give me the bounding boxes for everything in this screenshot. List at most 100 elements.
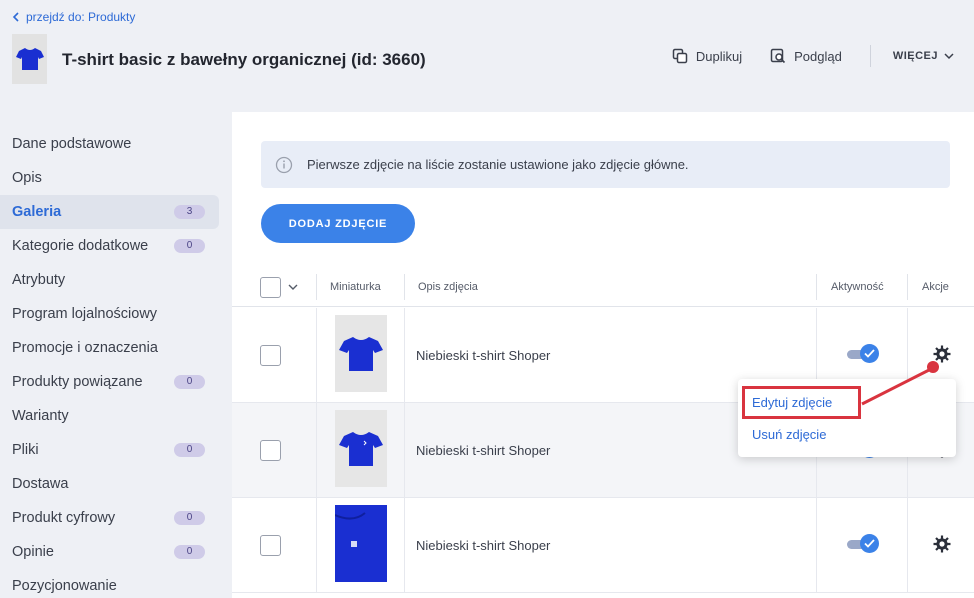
sidebar-item-label: Pozycjonowanie [12,578,117,594]
more-label: WIĘCEJ [892,50,938,62]
table-row: Niebieski t-shirt Shoper [232,498,974,593]
info-banner: Pierwsze zdjęcie na liście zostanie usta… [261,141,950,188]
photo-description: Niebieski t-shirt Shoper [416,443,551,458]
active-toggle[interactable] [847,534,879,554]
count-badge: 0 [174,375,205,389]
column-divider [816,274,817,300]
column-divider [316,274,317,300]
column-divider [316,403,317,498]
select-all-control[interactable] [260,267,298,307]
sidebar-item-label: Atrybuty [12,272,66,288]
sidebar-item-opis[interactable]: Opis [0,161,219,195]
column-divider [907,498,908,593]
checkmark-icon [864,349,875,358]
duplicate-button[interactable]: Duplikuj [672,48,742,64]
column-divider [404,308,405,403]
sidebar-item-label: Kategorie dodatkowe [12,238,149,254]
sidebar-item-pliki[interactable]: Pliki 0 [0,433,219,467]
sidebar-item-opinie[interactable]: Opinie 0 [0,535,219,569]
column-header-actions: Akcje [922,281,949,293]
back-to-products-link[interactable]: przejdź do: Produkty [12,10,135,24]
sidebar-item-warianty[interactable]: Warianty [0,399,219,433]
tshirt-image [15,48,44,70]
column-header-active: Aktywność [831,281,884,293]
sidebar-item-pozycjonowanie[interactable]: Pozycjonowanie [0,569,219,598]
sidebar-item-kategorie-dodatkowe[interactable]: Kategorie dodatkowe 0 [0,229,219,263]
sidebar-item-label: Program lojalnościowy [12,306,158,322]
info-text: Pierwsze zdjęcie na liście zostanie usta… [307,157,689,172]
row-checkbox[interactable] [260,535,281,556]
more-menu-button[interactable]: WIĘCEJ [893,50,954,62]
column-divider [404,498,405,593]
sidebar-item-produkty-powiazane[interactable]: Produkty powiązane 0 [0,365,219,399]
sidebar-item-atrybuty[interactable]: Atrybuty [0,263,219,297]
back-link-label: przejdź do: Produkty [26,10,136,24]
sidebar-item-label: Galeria [12,204,62,220]
sidebar-item-label: Produkt cyfrowy [12,510,116,526]
column-header-thumbnail: Miniaturka [330,281,381,293]
tshirt-image [339,431,383,466]
column-divider [316,498,317,593]
column-divider [907,274,908,300]
sidebar-item-program-lojalnosciowy[interactable]: Program lojalnościowy [0,297,219,331]
sidebar-item-produkt-cyfrowy[interactable]: Produkt cyfrowy 0 [0,501,219,535]
sidebar: Dane podstawowe Opis Galeria 3 Kategorie … [0,127,232,598]
page-title: T-shirt basic z bawełny organicznej (id:… [62,50,426,69]
duplicate-label: Duplikuj [695,48,743,64]
annotation-highlight-box [742,386,861,419]
row-checkbox[interactable] [260,345,281,366]
tshirt-closeup-image [335,505,387,582]
preview-button[interactable]: Podgląd [770,48,842,64]
column-divider [816,498,817,593]
active-toggle[interactable] [847,344,879,364]
gear-icon[interactable] [932,534,952,554]
photo-description: Niebieski t-shirt Shoper [416,538,551,553]
delete-photo-menu-item[interactable]: Usuń zdjęcie [752,427,826,442]
photo-description: Niebieski t-shirt Shoper [416,348,551,363]
chevron-left-icon [12,12,19,22]
column-divider [404,274,405,300]
sidebar-item-dane-podstawowe[interactable]: Dane podstawowe [0,127,219,161]
sidebar-item-label: Dostawa [12,476,69,492]
row-checkbox[interactable] [260,440,281,461]
sidebar-item-galeria[interactable]: Galeria 3 [0,195,219,229]
sidebar-item-dostawa[interactable]: Dostawa [0,467,219,501]
count-badge: 0 [174,443,205,457]
count-badge: 0 [174,239,205,253]
header-actions: Duplikuj Podgląd WIĘCEJ [672,44,954,68]
product-thumbnail [12,34,47,84]
count-badge: 0 [174,511,205,525]
column-divider [404,403,405,498]
duplicate-icon [672,48,688,64]
gallery-panel: Pierwsze zdjęcie na liście zostanie usta… [232,112,974,598]
column-header-description: Opis zdjęcia [418,281,478,293]
column-divider [316,308,317,403]
toggle-knob [860,534,879,553]
photo-thumbnail[interactable] [335,315,387,392]
sidebar-item-promocje[interactable]: Promocje i oznaczenia [0,331,219,365]
preview-label: Podgląd [794,48,842,64]
info-icon [275,156,293,173]
count-badge: 3 [174,205,205,219]
toggle-knob [860,344,879,363]
count-badge: 0 [174,545,205,559]
sidebar-item-label: Pliki [12,442,39,458]
sidebar-item-label: Warianty [12,408,69,424]
table-header: Miniaturka Opis zdjęcia Aktywność Akcje [232,267,974,307]
tshirt-image [339,336,383,371]
sidebar-item-label: Promocje i oznaczenia [12,340,158,356]
chevron-down-icon [944,52,954,59]
select-all-checkbox[interactable] [260,276,281,298]
checkmark-icon [864,539,875,548]
gear-icon[interactable] [932,344,952,364]
preview-icon [770,48,786,64]
chevron-down-icon[interactable] [288,284,298,291]
sidebar-item-label: Opinie [12,544,54,560]
sidebar-item-label: Dane podstawowe [12,136,132,152]
sidebar-item-label: Produkty powiązane [12,374,143,390]
photo-thumbnail[interactable] [335,505,387,582]
sidebar-item-label: Opis [12,170,42,186]
add-photo-button[interactable]: DODAJ ZDJĘCIE [261,204,415,243]
header-divider [869,45,871,67]
photo-thumbnail[interactable] [335,410,387,487]
